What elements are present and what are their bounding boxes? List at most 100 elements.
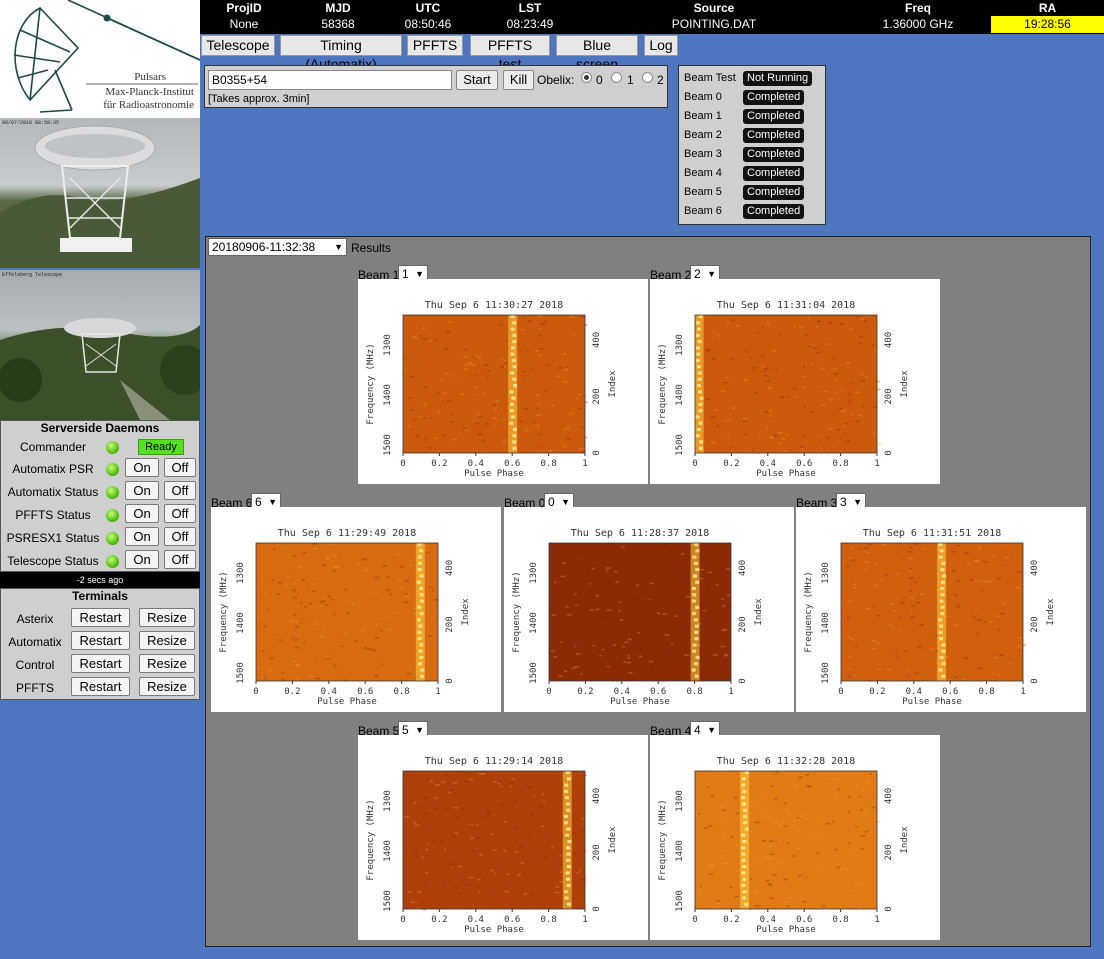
- terminal-restart-button[interactable]: Restart: [71, 677, 130, 696]
- noise-mark: [997, 674, 1002, 676]
- noise-mark: [504, 366, 507, 368]
- pulse-band-mark: [696, 352, 701, 356]
- noise-mark: [670, 643, 674, 645]
- noise-mark: [869, 773, 872, 775]
- pulse-band-mark: [566, 883, 571, 888]
- pulse-band-mark: [939, 599, 944, 603]
- terminal-resize-button[interactable]: Resize: [139, 631, 195, 650]
- y-tick-label: 1300: [675, 334, 685, 356]
- noise-mark: [792, 387, 797, 390]
- noise-mark: [466, 884, 471, 887]
- noise-mark: [623, 661, 627, 663]
- y-tick-label: 1400: [383, 840, 393, 862]
- noise-mark: [533, 421, 537, 424]
- daemon-on-button[interactable]: On: [125, 550, 159, 569]
- pulse-band-mark: [741, 796, 746, 800]
- pulse-band-mark: [940, 612, 945, 616]
- noise-mark: [921, 654, 924, 657]
- noise-mark: [749, 357, 752, 359]
- tab-pffts-test[interactable]: PFFTS test: [470, 35, 550, 72]
- daemon-on-button[interactable]: On: [125, 481, 159, 500]
- obelix-radio-1[interactable]: [611, 72, 622, 83]
- noise-mark: [633, 598, 637, 600]
- noise-mark: [611, 626, 615, 628]
- daemon-off-button[interactable]: Off: [164, 458, 196, 477]
- beam-status-row: Beam 2 Completed: [679, 126, 825, 145]
- y-axis-label: Frequency (MHz): [512, 571, 522, 652]
- noise-mark: [522, 316, 526, 318]
- x-axis-label: Pulse Phase: [610, 697, 670, 707]
- terminal-restart-button[interactable]: Restart: [71, 608, 130, 627]
- noise-mark: [519, 420, 523, 423]
- noise-mark: [729, 886, 733, 888]
- terminal-restart-button[interactable]: Restart: [71, 654, 130, 673]
- noise-mark: [872, 605, 876, 608]
- terminal-resize-button[interactable]: Resize: [139, 654, 195, 673]
- noise-mark: [826, 436, 830, 439]
- noise-mark: [451, 835, 456, 838]
- noise-mark: [909, 546, 913, 549]
- noise-mark: [872, 432, 878, 435]
- noise-mark: [882, 544, 887, 546]
- noise-mark: [571, 832, 577, 834]
- daemon-on-button[interactable]: On: [125, 527, 159, 546]
- pulse-band-mark: [939, 655, 944, 660]
- tab-blue-screen[interactable]: Blue screen: [556, 35, 638, 72]
- obelix-radio-0[interactable]: [581, 72, 592, 83]
- terminal-resize-button[interactable]: Resize: [139, 608, 195, 627]
- noise-mark: [386, 589, 391, 592]
- daemon-off-button[interactable]: Off: [164, 527, 196, 546]
- tab-telescope[interactable]: Telescope: [201, 35, 275, 56]
- noise-mark: [412, 335, 416, 338]
- source-input[interactable]: [208, 70, 452, 90]
- noise-mark: [374, 592, 378, 594]
- daemon-off-button[interactable]: Off: [164, 550, 196, 569]
- plot-timestamp: Thu Sep 6 11:31:04 2018: [717, 300, 855, 311]
- terminal-resize-button[interactable]: Resize: [139, 677, 195, 696]
- pulse-band-mark: [565, 796, 570, 800]
- noise-mark: [889, 603, 893, 605]
- obelix-option-label: 2: [657, 73, 664, 87]
- y2-tick-label: 200: [884, 388, 894, 404]
- start-button[interactable]: Start: [456, 70, 498, 90]
- noise-mark: [580, 673, 583, 675]
- x-tick-label: 1: [1020, 687, 1025, 697]
- pulse-band-mark: [941, 574, 946, 578]
- daemon-off-button[interactable]: Off: [164, 504, 196, 523]
- terminal-restart-button[interactable]: Restart: [71, 631, 130, 650]
- daemon-on-button[interactable]: On: [125, 504, 159, 523]
- daemon-off-button[interactable]: Off: [164, 481, 196, 500]
- noise-mark: [575, 653, 581, 655]
- noise-mark: [847, 636, 851, 639]
- noise-mark: [885, 574, 888, 576]
- noise-mark: [976, 548, 980, 551]
- noise-mark: [685, 596, 691, 598]
- pulse-band-mark: [512, 446, 517, 450]
- noise-mark: [583, 324, 588, 326]
- run-select[interactable]: 20180906-11:32:38 ▼: [208, 238, 347, 256]
- noise-mark: [640, 649, 645, 652]
- noise-mark: [595, 594, 599, 597]
- waterfall-background: [841, 543, 1023, 681]
- main-area: ProjID None MJD 58368 UTC 08:50:46 LST 0…: [200, 0, 1104, 959]
- beam-label: Beam Test: [684, 72, 736, 84]
- noise-mark: [821, 367, 826, 369]
- kill-button[interactable]: Kill: [503, 70, 534, 90]
- noise-mark: [764, 367, 769, 370]
- tab-pffts[interactable]: PFFTS: [407, 35, 463, 56]
- daemon-on-button[interactable]: On: [125, 458, 159, 477]
- noise-mark: [829, 782, 833, 785]
- noise-mark: [768, 840, 774, 842]
- noise-mark: [483, 364, 488, 366]
- tab-log[interactable]: Log: [644, 35, 678, 56]
- noise-mark: [292, 660, 297, 662]
- noise-mark: [536, 414, 541, 416]
- noise-mark: [867, 831, 872, 833]
- noise-mark: [475, 374, 479, 377]
- noise-mark: [536, 433, 542, 436]
- obelix-radio-2[interactable]: [642, 72, 653, 83]
- x-tick-label: 0: [838, 687, 843, 697]
- noise-mark: [705, 587, 711, 590]
- x-tick-label: 0.8: [540, 915, 556, 925]
- tab-timing-automatix[interactable]: Timing (Automatix): [280, 35, 402, 72]
